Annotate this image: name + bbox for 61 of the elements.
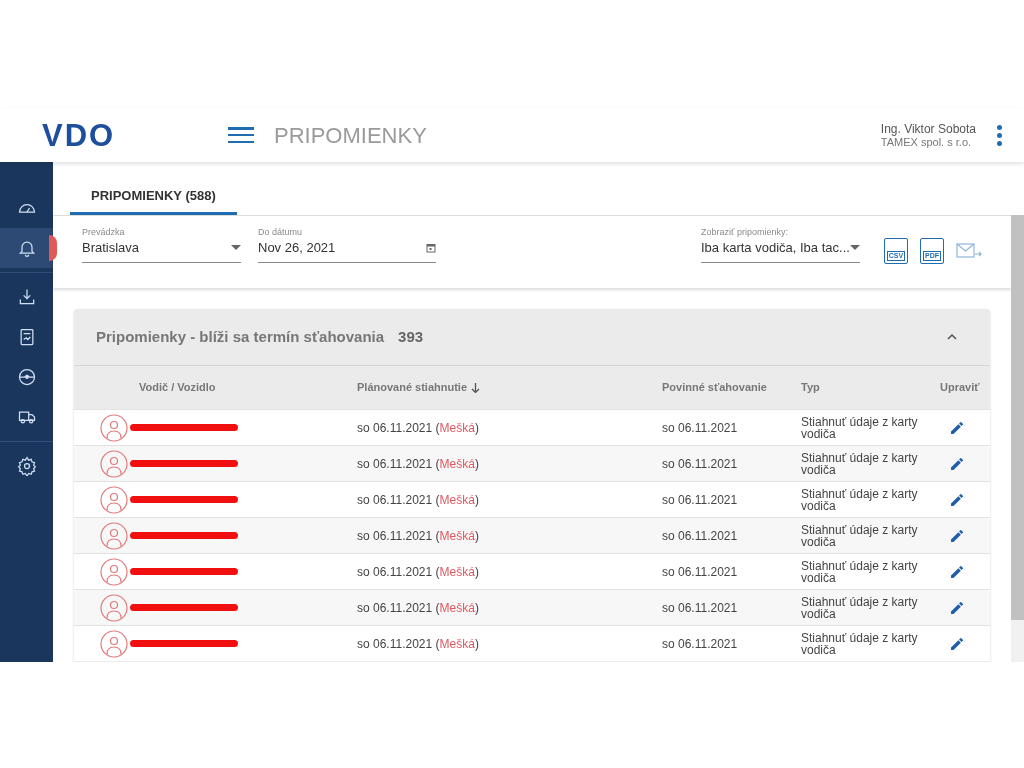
panel-title: Pripomienky - blíži sa termín sťahovania xyxy=(96,326,385,347)
reminder-filter-select[interactable]: Zobraziť pripomienky: Iba karta vodiča, Iba tac... xyxy=(701,226,860,263)
company-name: TAMEX spol. s r.o. xyxy=(880,135,973,149)
menu-button[interactable] xyxy=(228,125,254,145)
table-cell-text: Stiahnuť údaje z karty vodiča xyxy=(801,559,919,584)
notification-badge xyxy=(49,235,57,261)
date-field[interactable]: Do dátumu Nov 26, 2021 xyxy=(258,226,436,263)
page-title: PRIPOMIENKY xyxy=(274,121,427,150)
scrollbar[interactable] xyxy=(1011,215,1024,662)
column-header[interactable]: Plánované stiahnutie xyxy=(357,379,662,396)
column-header: Typ xyxy=(801,380,821,396)
table-row[interactable]: so 06.11.2021 (Mešká) so 06.11.2021 Stiahnuť údaje z karty vodiča xyxy=(74,553,990,589)
table-row[interactable]: so 06.11.2021 (Mešká) so 06.11.2021 Stiahnuť údaje z karty vodiča xyxy=(74,517,990,553)
table-row[interactable]: so 06.11.2021 (Mešká) so 06.11.2021 Stiahnuť údaje z karty vodiča xyxy=(74,409,990,445)
avatar-icon xyxy=(100,629,128,658)
avatar-icon xyxy=(100,413,128,442)
avatar-icon xyxy=(100,593,128,622)
avatar-icon xyxy=(100,485,128,514)
avatar-icon xyxy=(100,557,128,586)
table-row[interactable]: so 06.11.2021 (Mešká) so 06.11.2021 Stiahnuť údaje z karty vodiča xyxy=(74,625,990,661)
table-cell-text: Stiahnuť údaje z karty vodiča xyxy=(801,415,919,440)
table-cell-text: so 06.11.2021 xyxy=(662,527,739,545)
table-cell-text: so 06.11.2021 xyxy=(662,635,739,653)
steering-wheel-icon xyxy=(16,367,37,387)
table-cell-text: Stiahnuť údaje z karty vodiča xyxy=(801,523,919,548)
table-cell-text: so 06.11.2021 (Mešká) xyxy=(357,635,480,653)
table-cell-text: Stiahnuť údaje z karty vodiča xyxy=(801,487,919,512)
avatar-icon xyxy=(100,449,128,478)
logo: VDO xyxy=(42,119,117,151)
column-header[interactable]: Povinné sťahovanie xyxy=(662,379,801,396)
avatar-icon xyxy=(100,521,128,550)
table-cell-text: so 06.11.2021 xyxy=(662,491,739,509)
table-cell-text: so 06.11.2021 xyxy=(662,563,739,581)
table-row[interactable]: so 06.11.2021 (Mešká) so 06.11.2021 Stiahnuť údaje z karty vodiča xyxy=(74,589,990,625)
dropdown-caret-icon xyxy=(231,244,241,251)
table-cell-text: Stiahnuť údaje z karty vodiča xyxy=(801,631,919,656)
dropdown-caret-icon xyxy=(850,244,860,251)
depot-select[interactable]: Prevádzka Bratislava xyxy=(82,226,241,263)
column-header[interactable]: Vodič / Vozidlo xyxy=(139,379,357,396)
table-cell-text: so 06.11.2021 xyxy=(662,455,739,473)
table-cell-text: so 06.11.2021 (Mešká) xyxy=(357,527,480,545)
table-cell-text: so 06.11.2021 (Mešká) xyxy=(357,563,480,581)
column-header: Upraviť xyxy=(940,380,980,396)
gear-icon xyxy=(16,456,37,476)
table-cell-text: so 06.11.2021 (Mešká) xyxy=(357,419,480,437)
table-cell-text: Stiahnuť údaje z karty vodiča xyxy=(801,451,919,476)
more-menu-button[interactable] xyxy=(996,124,1002,146)
table-cell-text: so 06.11.2021 (Mešká) xyxy=(357,599,480,617)
table-row[interactable]: so 06.11.2021 (Mešká) so 06.11.2021 Stiahnuť údaje z karty vodiča xyxy=(74,445,990,481)
table-cell-text: Stiahnuť údaje z karty vodiča xyxy=(801,595,919,620)
table-cell-text: so 06.11.2021 (Mešká) xyxy=(357,455,480,473)
sidebar-item[interactable] xyxy=(0,228,53,268)
table-cell-text: so 06.11.2021 (Mešká) xyxy=(357,491,480,509)
user-name: Ing. Viktor Sobota xyxy=(880,121,976,136)
sort-arrow-icon xyxy=(471,382,481,393)
panel-count: 393 xyxy=(398,326,424,347)
chevron-icon xyxy=(947,334,957,340)
table-cell-text: so 06.11.2021 xyxy=(662,419,739,437)
table-cell-text: so 06.11.2021 xyxy=(662,599,739,617)
table-row[interactable]: so 06.11.2021 (Mešká) so 06.11.2021 Stiahnuť údaje z karty vodiča xyxy=(74,481,990,517)
calendar-icon xyxy=(426,242,436,253)
